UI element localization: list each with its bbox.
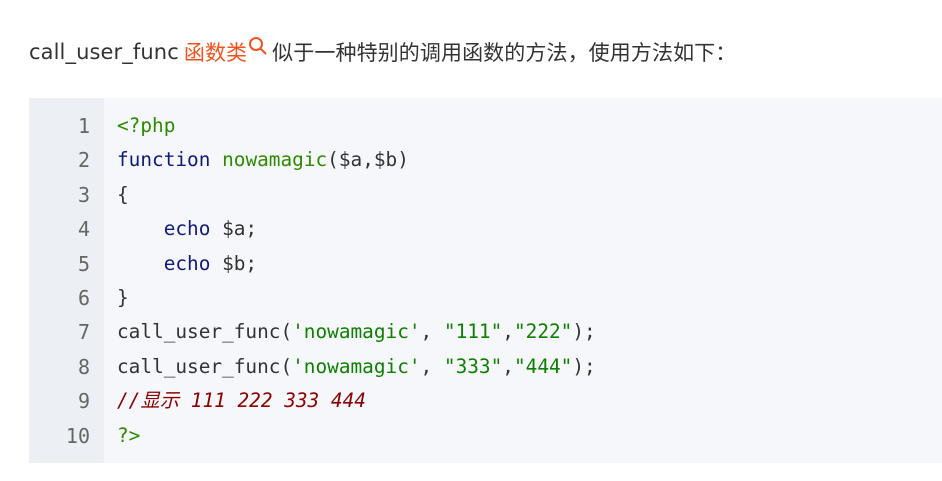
code-token: ); [572,354,596,378]
code-line: //显示 111 222 333 444 [117,384,942,418]
code-block: 1 2 3 4 5 6 7 8 9 10 <?php function nowamagic($a,$… [29,98,942,463]
code-token: , [502,354,514,378]
line-number: 8 [77,354,90,379]
intro-suffix: 似于一种特别的调用函数的方法，使用方法如下： [272,41,737,65]
code-token: call_user_func( [117,320,293,344]
code-line: } [117,281,942,315]
code-token: function [117,148,211,172]
code-token: ($a,$b) [327,148,409,172]
code-line: function nowamagic($a,$b) [117,143,942,177]
code-token: $a; [210,217,258,241]
code-line: call_user_func('nowamagic', "111","222")… [117,315,942,349]
code-content: <?php function nowamagic($a,$b) { echo $a;… [104,98,942,463]
code-line: echo $b; [117,247,942,281]
code-token: } [117,285,129,309]
code-line: echo $a; [117,212,942,246]
code-line: { [117,178,942,212]
line-number: 9 [77,389,90,414]
code-line: call_user_func('nowamagic', "333","444")… [117,350,942,384]
line-number: 4 [77,217,90,242]
code-token: echo [163,251,211,275]
code-token: "222" [513,320,573,344]
code-token: , [420,320,444,344]
intro-prefix: call_user_func [29,40,179,64]
code-token: //显示 111 222 333 444 [117,389,366,413]
code-line: <?php [117,109,942,143]
code-token: "333" [443,354,503,378]
line-number: 5 [77,251,90,276]
code-token: , [502,320,514,344]
code-token: "444" [513,354,573,378]
code-token: nowamagic [222,148,328,172]
line-number: 6 [77,285,90,310]
line-number: 10 [65,423,90,448]
line-number: 2 [77,148,90,173]
line-number: 1 [77,114,90,138]
line-number: 3 [77,182,90,207]
code-token: 'nowamagic' [292,354,421,378]
code-token: , [420,354,444,378]
code-token: "111" [443,320,503,344]
line-number-gutter: 1 2 3 4 5 6 7 8 9 10 [29,98,104,463]
code-token: $b; [210,251,258,275]
code-line: ?> [117,419,942,453]
line-number: 7 [77,320,90,345]
code-token: ); [572,320,596,344]
code-token: <?php [117,114,176,137]
code-token: echo [163,217,211,241]
code-token: ?> [117,423,141,447]
code-token: { [117,182,129,206]
search-icon[interactable] [247,35,269,57]
keyword-link[interactable]: 函数类 [184,37,247,67]
code-token: call_user_func( [117,354,293,378]
intro-paragraph: call_user_func 函数类 似于一种特别的调用函数的方法，使用方法如下… [29,33,736,71]
code-token: 'nowamagic' [292,320,421,344]
